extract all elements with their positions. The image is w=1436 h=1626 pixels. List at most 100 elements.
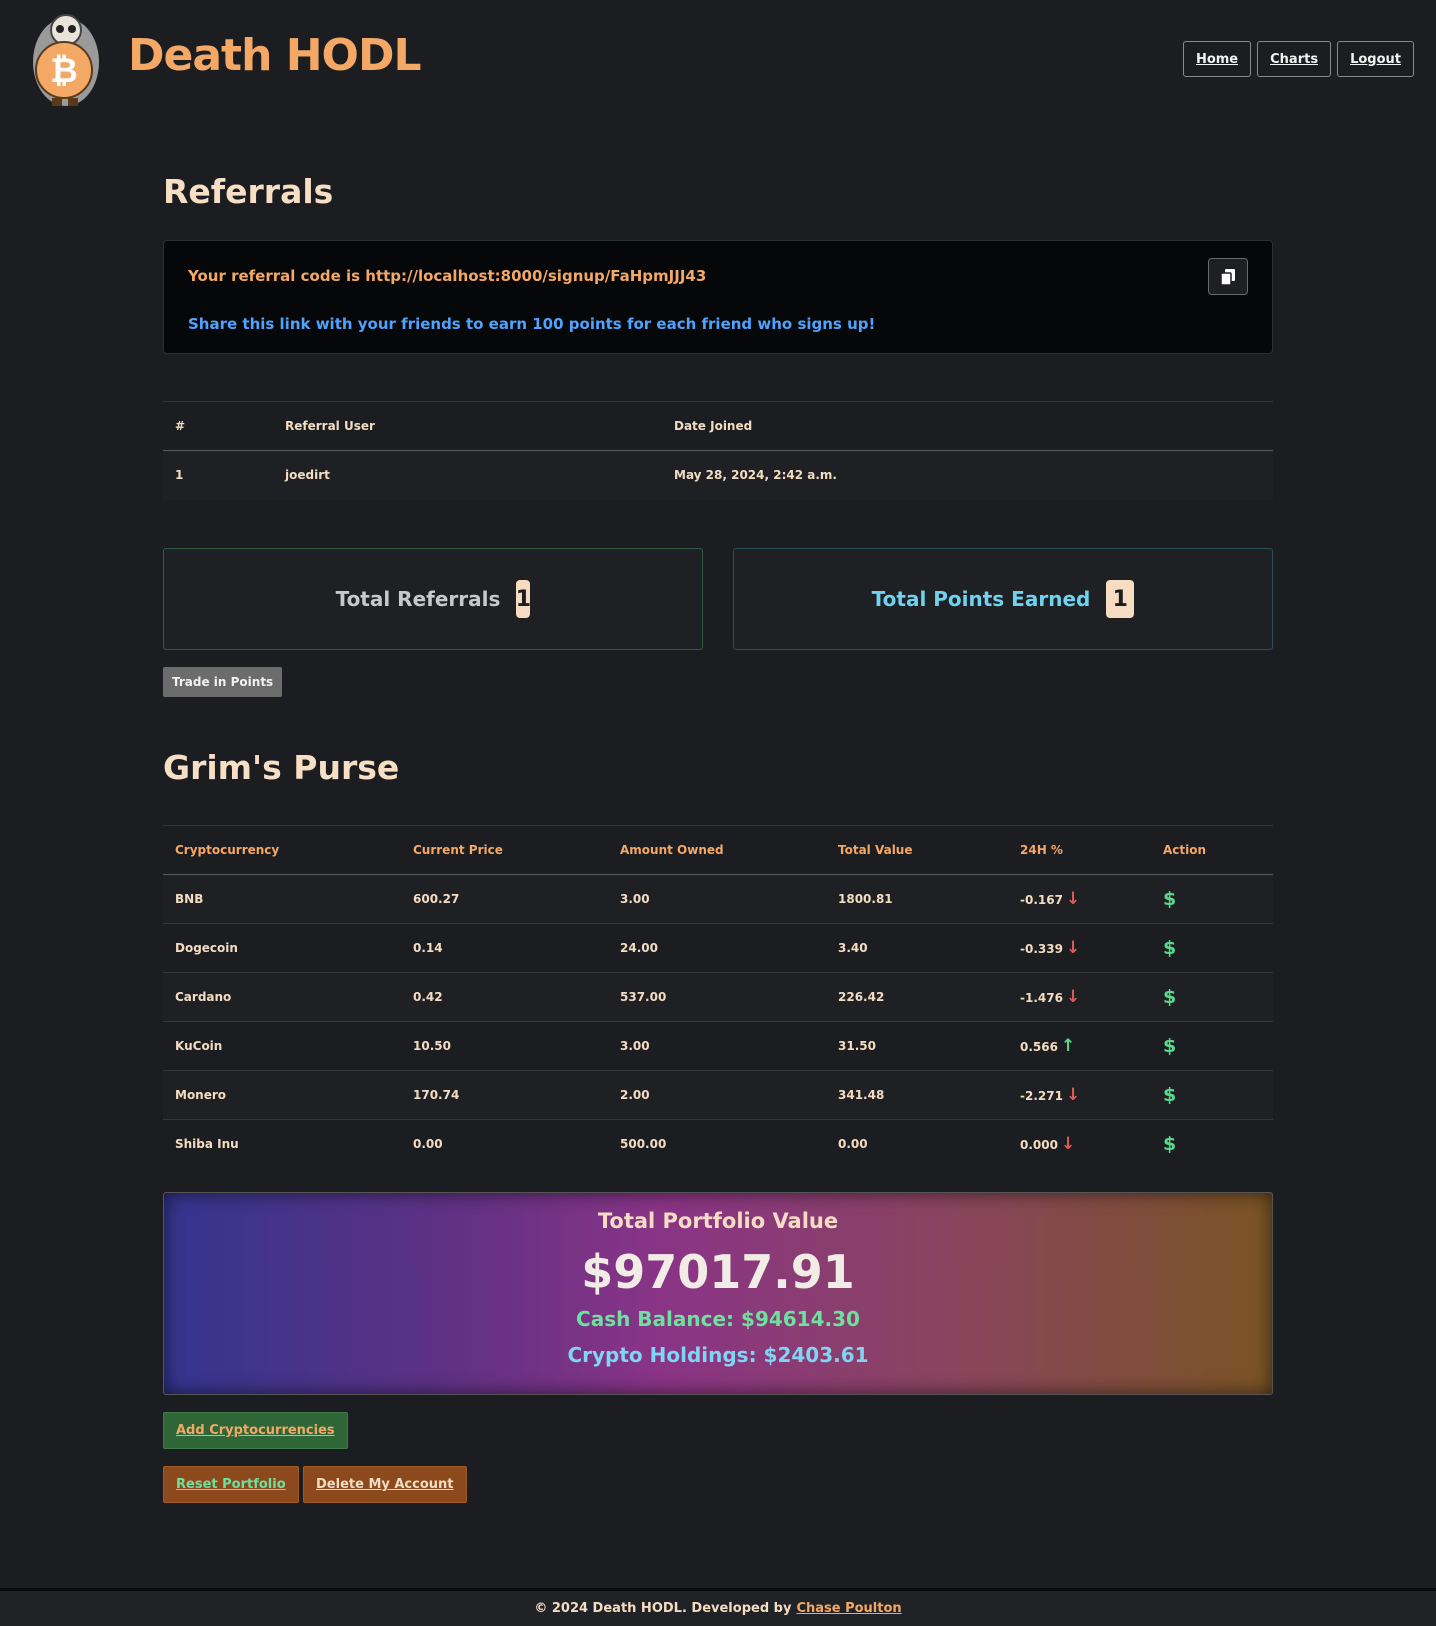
svg-text:₿: ₿: [50, 51, 78, 91]
change-value: -2.271: [1020, 1089, 1063, 1103]
referrals-table: # Referral User Date Joined 1 joedirt Ma…: [163, 401, 1273, 500]
current-price: 170.74: [401, 1070, 608, 1120]
change-value: -1.476: [1020, 991, 1063, 1005]
main-nav: Home Charts Logout: [1182, 41, 1414, 77]
reset-portfolio-button[interactable]: Reset Portfolio: [163, 1466, 299, 1503]
trade-dollar-icon[interactable]: $: [1163, 1133, 1176, 1155]
purse-heading: Grim's Purse: [163, 748, 400, 787]
amount-owned: 500.00: [608, 1119, 826, 1169]
add-cryptocurrencies-button[interactable]: Add Cryptocurrencies: [163, 1412, 348, 1449]
trade-dollar-icon[interactable]: $: [1163, 888, 1176, 910]
referral-date: May 28, 2024, 2:42 a.m.: [662, 450, 1273, 500]
amount-owned: 3.00: [608, 1021, 826, 1071]
total-value: 0.00: [826, 1119, 1008, 1169]
total-value: 341.48: [826, 1070, 1008, 1120]
crypto-name: Shiba Inu: [163, 1119, 401, 1169]
nav-charts-button[interactable]: Charts: [1257, 41, 1332, 77]
cash-balance: Cash Balance: $94614.30: [576, 1307, 860, 1331]
current-price: 0.42: [401, 972, 608, 1022]
change-24h: -1.476 ↓: [1008, 972, 1151, 1022]
nav-logout-button[interactable]: Logout: [1337, 41, 1414, 77]
column-header: 24H %: [1008, 825, 1151, 875]
delete-account-button[interactable]: Delete My Account: [303, 1466, 467, 1503]
arrow-down-icon: ↓: [1065, 987, 1081, 1007]
copy-icon: [1220, 268, 1235, 286]
referrals-heading: Referrals: [163, 172, 334, 211]
total-value: 1800.81: [826, 874, 1008, 924]
total-referrals-badge: 1: [516, 580, 531, 618]
action-cell: $: [1151, 972, 1273, 1022]
table-row: Monero 170.74 2.00 341.48 -2.271 ↓ $: [163, 1070, 1273, 1120]
action-cell: $: [1151, 923, 1273, 973]
crypto-name: Monero: [163, 1070, 401, 1120]
footer-author-link[interactable]: Chase Poulton: [796, 1601, 901, 1616]
change-24h: 0.566 ↑: [1008, 1021, 1151, 1071]
change-24h: 0.000 ↓: [1008, 1119, 1151, 1169]
column-header: Current Price: [401, 825, 608, 875]
nav-home-button[interactable]: Home: [1182, 41, 1252, 77]
total-points-label: Total Points Earned: [871, 587, 1091, 611]
change-24h: -0.167 ↓: [1008, 874, 1151, 924]
current-price: 600.27: [401, 874, 608, 924]
brand-title[interactable]: Death HODL: [128, 30, 422, 81]
arrow-up-icon: ↑: [1060, 1036, 1076, 1056]
trade-dollar-icon[interactable]: $: [1163, 986, 1176, 1008]
current-price: 0.00: [401, 1119, 608, 1169]
table-row: Cardano 0.42 537.00 226.42 -1.476 ↓ $: [163, 972, 1273, 1022]
trade-dollar-icon[interactable]: $: [1163, 1035, 1176, 1057]
referral-user: joedirt: [273, 450, 662, 500]
portfolio-table: Cryptocurrency Current Price Amount Owne…: [163, 825, 1273, 1169]
column-header: Total Value: [826, 825, 1008, 875]
site-footer: © 2024 Death HODL. Developed by Chase Po…: [0, 1588, 1436, 1626]
total-referrals-card: Total Referrals 1: [163, 548, 703, 650]
column-header: Cryptocurrency: [163, 825, 401, 875]
site-header: ₿ Death HODL Home Charts Logout: [0, 0, 1436, 118]
amount-owned: 24.00: [608, 923, 826, 973]
copy-link-button[interactable]: [1208, 258, 1248, 295]
change-24h: -2.271 ↓: [1008, 1070, 1151, 1120]
crypto-name: Dogecoin: [163, 923, 401, 973]
total-value: 3.40: [826, 923, 1008, 973]
total-points-card: Total Points Earned 1: [733, 548, 1273, 650]
bitcoin-skull-logo[interactable]: ₿: [30, 10, 102, 110]
amount-owned: 3.00: [608, 874, 826, 924]
arrow-down-icon: ↓: [1065, 1085, 1081, 1105]
total-referrals-label: Total Referrals: [335, 587, 501, 611]
amount-owned: 2.00: [608, 1070, 826, 1120]
total-portfolio-value: $97017.91: [581, 1245, 855, 1299]
change-24h: -0.339 ↓: [1008, 923, 1151, 973]
arrow-down-icon: ↓: [1065, 889, 1081, 909]
trade-dollar-icon[interactable]: $: [1163, 937, 1176, 959]
crypto-name: KuCoin: [163, 1021, 401, 1071]
referral-share-text: Share this link with your friends to ear…: [188, 315, 876, 333]
column-header: #: [163, 401, 273, 451]
total-points-badge: 1: [1106, 580, 1135, 618]
crypto-name: Cardano: [163, 972, 401, 1022]
action-cell: $: [1151, 874, 1273, 924]
referral-index: 1: [163, 450, 273, 500]
table-row: Shiba Inu 0.00 500.00 0.00 0.000 ↓ $: [163, 1119, 1273, 1169]
table-header-row: # Referral User Date Joined: [163, 401, 1273, 451]
referral-code-box: Your referral code is http://localhost:8…: [163, 240, 1273, 354]
column-header: Date Joined: [662, 401, 1273, 451]
action-cell: $: [1151, 1021, 1273, 1071]
total-portfolio-label: Total Portfolio Value: [597, 1209, 839, 1233]
arrow-down-icon: ↓: [1060, 1134, 1076, 1155]
action-cell: $: [1151, 1070, 1273, 1120]
trade-dollar-icon[interactable]: $: [1163, 1084, 1176, 1106]
crypto-holdings: Crypto Holdings: $2403.61: [567, 1343, 869, 1367]
arrow-down-icon: ↓: [1065, 938, 1081, 958]
crypto-name: BNB: [163, 874, 401, 924]
trade-points-button[interactable]: Trade in Points: [163, 667, 283, 697]
change-value: -0.339: [1020, 942, 1063, 956]
current-price: 0.14: [401, 923, 608, 973]
total-value: 31.50: [826, 1021, 1008, 1071]
footer-text: © 2024 Death HODL. Developed by: [534, 1601, 792, 1616]
change-value: -0.167: [1020, 893, 1063, 907]
change-value: 0.000: [1020, 1138, 1058, 1153]
table-row: 1 joedirt May 28, 2024, 2:42 a.m.: [163, 450, 1273, 500]
table-header-row: Cryptocurrency Current Price Amount Owne…: [163, 825, 1273, 875]
total-value: 226.42: [826, 972, 1008, 1022]
amount-owned: 537.00: [608, 972, 826, 1022]
table-row: Dogecoin 0.14 24.00 3.40 -0.339 ↓ $: [163, 923, 1273, 973]
